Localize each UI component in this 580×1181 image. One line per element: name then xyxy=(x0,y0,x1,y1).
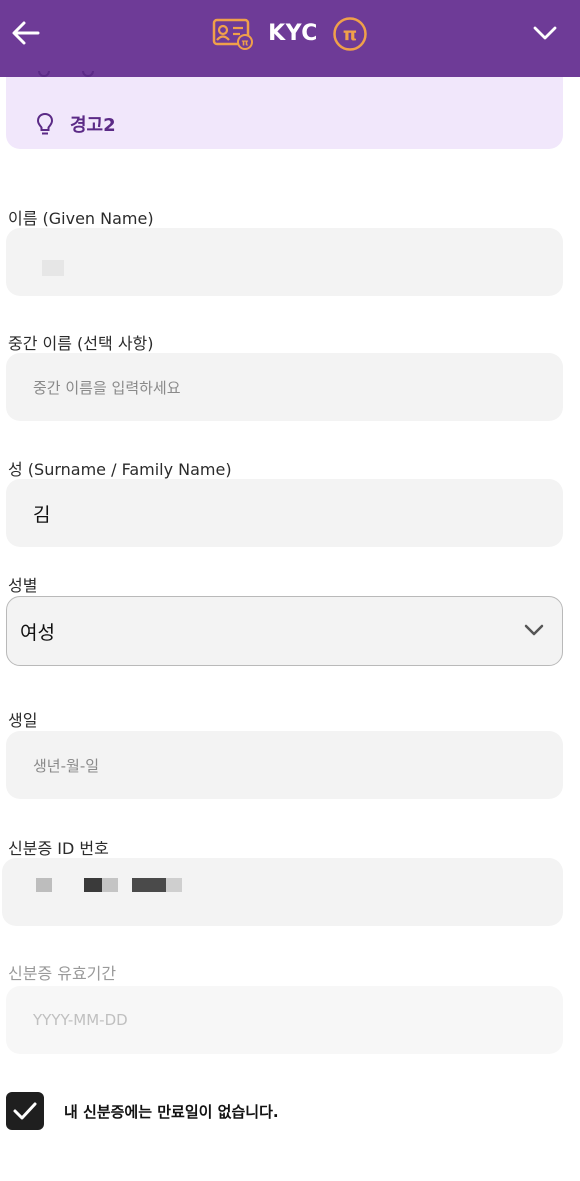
gender-select[interactable]: 여성 xyxy=(6,596,563,666)
header-center: π KYC π xyxy=(212,16,368,52)
chevron-down-icon[interactable] xyxy=(532,22,558,44)
gender-value: 여성 xyxy=(20,621,55,644)
id-expiry-placeholder: YYYY-MM-DD xyxy=(33,1011,128,1029)
pi-coin-icon: π xyxy=(333,16,367,51)
chevron-down-icon xyxy=(524,624,544,636)
partially-hidden-icon xyxy=(38,71,94,77)
middle-name-field[interactable]: 중간 이름을 입력하세요 xyxy=(6,353,563,421)
birthday-placeholder: 생년-월-일 xyxy=(33,756,100,775)
id-expiry-label: 신분증 유효기간 xyxy=(8,964,117,983)
checkmark-icon xyxy=(13,1102,37,1120)
warning-box: 경고2 xyxy=(6,71,563,149)
redacted-value xyxy=(102,878,118,892)
top-bar: π KYC π xyxy=(0,0,580,77)
given-name-field[interactable] xyxy=(6,228,563,296)
given-name-label: 이름 (Given Name) xyxy=(8,209,154,228)
id-number-field[interactable] xyxy=(2,858,563,926)
warning-text: 경고2 xyxy=(70,115,116,136)
page-title: KYC xyxy=(268,21,318,46)
middle-name-placeholder: 중간 이름을 입력하세요 xyxy=(33,378,181,397)
surname-field[interactable]: 김 xyxy=(6,479,563,547)
no-expiry-label[interactable]: 내 신분증에는 만료일이 없습니다. xyxy=(64,1101,279,1122)
id-card-icon: π xyxy=(212,18,254,50)
surname-value: 김 xyxy=(33,503,51,526)
id-number-label: 신분증 ID 번호 xyxy=(8,839,109,858)
birthday-label: 생일 xyxy=(8,711,38,730)
back-arrow-icon[interactable] xyxy=(10,17,42,49)
redacted-value xyxy=(84,878,102,892)
no-expiry-checkbox[interactable] xyxy=(6,1092,44,1130)
svg-text:π: π xyxy=(242,38,249,48)
redacted-value xyxy=(36,878,52,892)
surname-label: 성 (Surname / Family Name) xyxy=(8,460,232,479)
middle-name-label: 중간 이름 (선택 사항) xyxy=(8,334,154,353)
warning-item: 경고2 xyxy=(36,111,116,137)
id-expiry-field[interactable]: YYYY-MM-DD xyxy=(6,986,563,1054)
redacted-value xyxy=(42,260,64,276)
gender-label: 성별 xyxy=(8,576,38,595)
birthday-field[interactable]: 생년-월-일 xyxy=(6,731,563,799)
svg-text:π: π xyxy=(343,24,357,45)
redacted-value xyxy=(166,878,182,892)
lightbulb-icon xyxy=(36,112,54,135)
redacted-value xyxy=(132,878,166,892)
